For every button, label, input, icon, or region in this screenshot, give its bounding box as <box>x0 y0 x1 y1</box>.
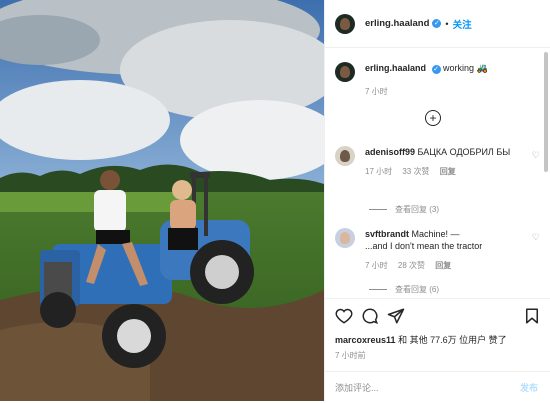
reply-button[interactable]: 回复 <box>435 261 451 270</box>
view-replies-button[interactable]: 查看回复 (3) <box>369 204 439 215</box>
comment-item: adenisoff99 БАЦКА ОДОБРИЛ БЫ 17 小时 33 次赞… <box>335 146 540 178</box>
comment-item: svftbrandt Machine! — ...and I don't mea… <box>335 228 540 272</box>
caption-username[interactable]: erling.haaland <box>365 63 426 73</box>
likes-line: marcoxreus11 和 其他 77.6万 位用户 赞了 <box>335 333 507 346</box>
share-icon[interactable] <box>387 307 405 325</box>
separator-dot: • <box>445 18 449 29</box>
post-side-panel: erling.haaland ✓ • 关注 erling.haaland ✓ w… <box>324 0 550 401</box>
caption-text-block: erling.haaland ✓ working 🚜 <box>365 62 488 82</box>
comment-icon[interactable] <box>361 307 379 325</box>
view-replies-button[interactable]: 查看回复 (6) <box>369 284 439 295</box>
comment-heart-icon[interactable]: ♡ <box>532 150 540 161</box>
post-caption: erling.haaland ✓ working 🚜 7 小时 <box>335 62 488 96</box>
comments-scroll-area[interactable]: erling.haaland ✓ working 🚜 7 小时 + adenis… <box>325 48 550 298</box>
comment-meta: 7 小时 28 次赞 回复 <box>365 260 530 272</box>
comment-meta: 17 小时 33 次赞 回复 <box>365 166 530 178</box>
replies-divider <box>369 209 387 211</box>
verified-badge-icon: ✓ <box>431 65 441 74</box>
comment-likes[interactable]: 28 次赞 <box>398 261 425 270</box>
follow-button[interactable]: 关注 <box>453 17 472 31</box>
commenter-username[interactable]: svftbrandt <box>365 229 409 239</box>
comment-time: 17 小时 <box>365 167 393 176</box>
avatar[interactable] <box>335 13 355 34</box>
comment-input[interactable]: 添加评论... <box>335 381 379 394</box>
bookmark-icon[interactable] <box>523 307 541 325</box>
comment-body: adenisoff99 БАЦКА ОДОБРИЛ БЫ 17 小时 33 次赞… <box>365 146 530 178</box>
post-time: 7 小时前 <box>335 351 366 360</box>
caption-avatar[interactable] <box>335 62 355 82</box>
comment-body: svftbrandt Machine! — ...and I don't mea… <box>365 228 530 272</box>
commenter-avatar[interactable] <box>335 146 355 166</box>
post-actions: marcoxreus11 和 其他 77.6万 位用户 赞了 7 小时前 添加评… <box>325 298 550 402</box>
username-link[interactable]: erling.haaland <box>365 18 429 29</box>
comment-time: 7 小时 <box>365 261 388 270</box>
post-photo[interactable] <box>0 0 324 401</box>
liker-username[interactable]: marcoxreus11 <box>335 335 396 345</box>
comment-text: БАЦКА ОДОБРИЛ БЫ <box>417 147 511 157</box>
view-replies-label[interactable]: 查看回复 (3) <box>395 205 439 214</box>
replies-divider <box>369 289 387 291</box>
scrollbar[interactable] <box>544 52 548 172</box>
post-header: erling.haaland ✓ • 关注 <box>325 0 550 48</box>
comment-heart-icon[interactable]: ♡ <box>532 232 540 243</box>
plus-circle-icon[interactable]: + <box>425 110 441 126</box>
action-icons-row <box>335 307 541 327</box>
post-comment-button[interactable]: 发布 <box>520 381 538 394</box>
instagram-post-view: erling.haaland ✓ • 关注 erling.haaland ✓ w… <box>0 0 550 401</box>
reply-button[interactable]: 回复 <box>440 167 456 176</box>
tractor-photo-illustration <box>0 0 324 401</box>
commenter-username[interactable]: adenisoff99 <box>365 147 415 157</box>
caption-text: working 🚜 <box>443 63 488 73</box>
add-comment-bar: 添加评论... 发布 <box>325 371 550 403</box>
caption-time: 7 小时 <box>365 87 388 96</box>
heart-icon[interactable] <box>335 307 353 325</box>
verified-badge-icon: ✓ <box>432 19 442 28</box>
likes-text[interactable]: 和 其他 77.6万 位用户 赞了 <box>398 335 507 345</box>
view-replies-label[interactable]: 查看回复 (6) <box>395 285 439 294</box>
commenter-avatar[interactable] <box>335 228 355 248</box>
comment-likes[interactable]: 33 次赞 <box>402 167 429 176</box>
